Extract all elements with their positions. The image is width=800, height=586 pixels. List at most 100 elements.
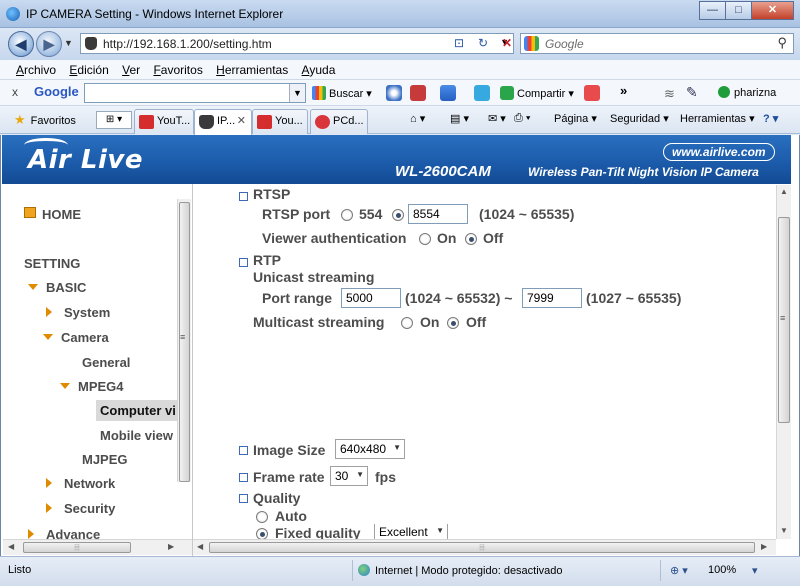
scroll-left-arrow-icon[interactable]: ◀ [8,542,14,551]
menu-archivo[interactable]: Archivo [16,60,56,77]
left-horizontal-scrollbar[interactable]: ◀ ⦙⦙⦙ ▶ [3,539,193,555]
buscar-button[interactable]: Buscar ▾ [312,86,372,100]
image-size-checkbox[interactable] [239,446,248,455]
frame-rate-select[interactable]: 30 ▼ [330,466,368,486]
search-placeholder[interactable]: Google [545,37,584,51]
scroll-left-arrow-icon[interactable]: ◀ [197,542,203,551]
nav-network[interactable]: Network [46,476,115,491]
google-toolbar-search-input[interactable]: ▼ [84,83,306,103]
scroll-thumb[interactable]: ⦙⦙⦙ [209,542,755,553]
nav-network-label: Network [64,476,116,491]
nav-general[interactable]: General [82,355,130,370]
rtp-checkbox[interactable] [239,258,248,267]
chevron-down-icon: ▼ [356,470,364,479]
nav-camera[interactable]: Camera [43,330,109,345]
port-range-from-input[interactable] [341,288,401,308]
menu-ver[interactable]: Ver [122,60,140,77]
tab-youtube-1[interactable]: YouT... [134,109,194,134]
left-vertical-scrollbar[interactable]: ≡ [177,199,191,482]
quick-tabs-button[interactable]: ⊞ ▾ [96,111,132,129]
scroll-thumb[interactable]: ⦙⦙⦙ [23,542,131,553]
tab-youtube-2[interactable]: You... [252,109,308,134]
close-tab-icon[interactable]: ✕ [237,114,246,127]
chevron-down-icon[interactable]: ▼ [289,84,305,102]
multicast-off-radio[interactable] [447,317,459,329]
print-icon[interactable]: ⎙ ▾ [514,112,530,125]
more-tools-chevron-icon[interactable]: » [620,83,627,98]
frame-rate-checkbox[interactable] [239,473,248,482]
menu-edicion[interactable]: Edición [69,60,108,77]
stop-icon[interactable]: ✕ [496,34,518,53]
user-account[interactable]: pharizna [718,86,776,99]
twitter-icon[interactable] [474,85,490,101]
quality-fixed-select[interactable]: Excellent ▼ [374,524,448,539]
feeds-icon[interactable]: ▤ ▾ [450,112,469,125]
main-horizontal-scrollbar[interactable]: ◀ ⦙⦙⦙ ▶ [193,539,776,555]
tab-pcd[interactable]: PCd... [310,109,368,134]
scroll-up-arrow-icon[interactable]: ▲ [780,187,788,196]
globe-settings-icon[interactable]: ⊕ ▾ [670,564,688,577]
rtsp-port-default-radio[interactable] [341,209,353,221]
quality-fixed-radio[interactable] [256,528,268,539]
close-toolbar-button[interactable]: x [12,85,18,99]
address-url[interactable]: http://192.168.1.200/setting.htm [103,37,272,51]
page-favicon-icon [85,37,97,50]
refresh-icon[interactable]: ↻ [472,34,494,53]
popup-blocker-icon[interactable] [410,85,426,101]
viewer-auth-on-radio[interactable] [419,233,431,245]
pagerank-icon[interactable] [386,85,402,101]
help-icon[interactable]: ? ▾ [763,112,778,125]
favorites-button[interactable]: Favoritos [14,112,76,128]
wifi-icon[interactable]: ≋ [664,86,680,102]
security-zone[interactable]: Internet | Modo protegido: desactivado [358,564,563,577]
nav-security[interactable]: Security [46,501,115,516]
website-link[interactable]: www.airlive.com [663,143,775,161]
google-logo[interactable]: Google [34,84,79,99]
nav-home[interactable]: HOME [24,207,81,222]
rtsp-port-input[interactable] [408,204,468,224]
rtsp-port-custom-radio[interactable] [392,209,404,221]
viewer-auth-off-radio[interactable] [465,233,477,245]
tab-ip-camera[interactable]: IP... ✕ [194,109,252,135]
zoom-level[interactable]: 100% [708,564,736,576]
search-box[interactable]: Google ⚲ [520,33,794,54]
minimize-button[interactable]: — [699,1,726,20]
scroll-thumb[interactable] [179,202,190,482]
menu-ayuda[interactable]: Ayuda [302,60,336,77]
port-range-to-input[interactable] [522,288,582,308]
forward-button[interactable]: ▶ [36,31,62,57]
scroll-down-arrow-icon[interactable]: ▼ [780,526,788,535]
wrench-icon[interactable]: ✎ [686,84,702,100]
recent-pages-dropdown[interactable]: ▼ [64,38,73,48]
menu-herramientas[interactable]: Herramientas [216,60,288,77]
add-button-icon[interactable] [440,85,456,101]
quality-auto-radio[interactable] [256,511,268,523]
translate-icon[interactable] [584,85,600,101]
scroll-right-arrow-icon[interactable]: ▶ [168,542,174,551]
nav-mobile-view[interactable]: Mobile view [100,428,173,443]
seguridad-menu[interactable]: Seguridad ▾ [610,112,669,125]
compartir-button[interactable]: Compartir ▾ [500,86,574,100]
nav-basic[interactable]: BASIC [28,280,86,295]
nav-computer-view[interactable]: Computer vi [96,400,177,421]
compatibility-view-icon[interactable]: ⊡ [448,34,470,53]
quality-checkbox[interactable] [239,494,248,503]
menu-favoritos[interactable]: Favoritos [153,60,202,77]
nav-mjpeg[interactable]: MJPEG [82,452,128,467]
maximize-button[interactable]: □ [725,1,752,20]
pagina-menu[interactable]: Página ▾ [554,112,597,125]
close-window-button[interactable]: ✕ [751,1,794,20]
nav-mpeg4[interactable]: MPEG4 [60,379,124,394]
search-icon[interactable]: ⚲ [777,35,787,51]
multicast-on-radio[interactable] [401,317,413,329]
image-size-select[interactable]: 640x480 ▼ [335,439,405,459]
rtsp-checkbox[interactable] [239,192,248,201]
zoom-dropdown-icon[interactable]: ▾ [752,564,758,577]
home-icon[interactable]: ⌂ ▾ [410,112,425,125]
main-vertical-scrollbar[interactable]: ▲ ≡ ▼ [776,185,791,539]
nav-system[interactable]: System [46,305,110,320]
mail-icon[interactable]: ✉ ▾ [488,112,506,125]
scroll-right-arrow-icon[interactable]: ▶ [761,542,767,551]
herramientas-menu[interactable]: Herramientas ▾ [680,112,755,125]
back-button[interactable]: ◀ [8,31,34,57]
